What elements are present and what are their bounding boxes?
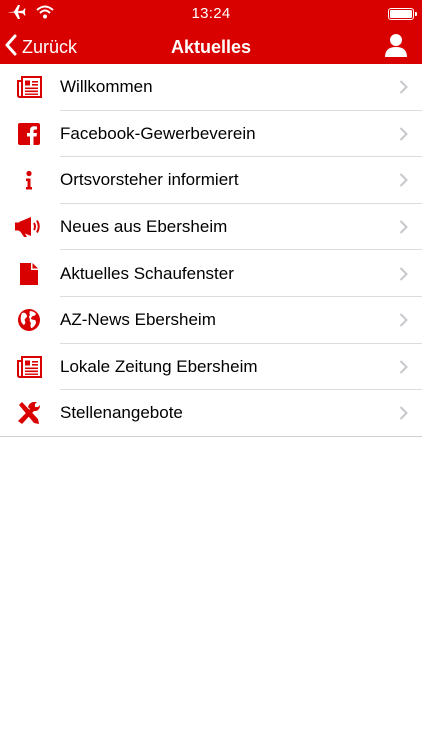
list-item-label: Lokale Zeitung Ebersheim	[60, 356, 258, 376]
list-item[interactable]: Ortsvorsteher informiert	[0, 157, 422, 204]
document-icon	[0, 251, 58, 297]
facebook-icon	[0, 111, 58, 157]
chevron-right-icon	[399, 360, 408, 379]
back-button[interactable]: Zurück	[4, 30, 77, 64]
list-item-label: Aktuelles Schaufenster	[60, 263, 234, 283]
list-item[interactable]: Stellenangebote	[0, 390, 422, 437]
list-item-label: Neues aus Ebersheim	[60, 217, 228, 237]
navigation-bar: Zurück Aktuelles	[0, 30, 422, 64]
chevron-left-icon	[4, 34, 18, 61]
user-icon	[384, 33, 408, 62]
list-item-label: Stellenangebote	[60, 403, 183, 423]
menu-list: Willkommen Facebook-Gewerbeverein Ortsvo…	[0, 64, 422, 437]
list-item-label: Ortsvorsteher informiert	[60, 170, 239, 190]
list-item[interactable]: Aktuelles Schaufenster	[0, 250, 422, 297]
info-icon	[0, 157, 58, 203]
tools-icon	[0, 390, 58, 436]
battery-icon	[388, 8, 417, 20]
back-label: Zurück	[22, 36, 78, 57]
newspaper-icon	[0, 344, 58, 390]
globe-icon	[0, 297, 58, 343]
newspaper-icon	[0, 64, 58, 110]
list-item-label: Facebook-Gewerbeverein	[60, 123, 256, 143]
chevron-right-icon	[399, 406, 408, 425]
list-item[interactable]: Willkommen	[0, 64, 422, 111]
chevron-right-icon	[399, 127, 408, 146]
status-time: 13:24	[191, 5, 231, 22]
list-item[interactable]: Facebook-Gewerbeverein	[0, 111, 422, 158]
chevron-right-icon	[399, 220, 408, 239]
list-item[interactable]: Neues aus Ebersheim	[0, 204, 422, 251]
chevron-right-icon	[399, 80, 408, 99]
list-item[interactable]: Lokale Zeitung Ebersheim	[0, 344, 422, 391]
status-bar: 13:24	[0, 0, 422, 30]
chevron-right-icon	[399, 173, 408, 192]
megaphone-icon	[0, 204, 58, 250]
list-item[interactable]: AZ-News Ebersheim	[0, 297, 422, 344]
profile-button[interactable]	[384, 30, 408, 64]
chevron-right-icon	[399, 266, 408, 286]
chevron-right-icon	[399, 313, 408, 332]
list-item-label: Willkommen	[60, 77, 153, 97]
list-item-label: AZ-News Ebersheim	[60, 310, 216, 330]
